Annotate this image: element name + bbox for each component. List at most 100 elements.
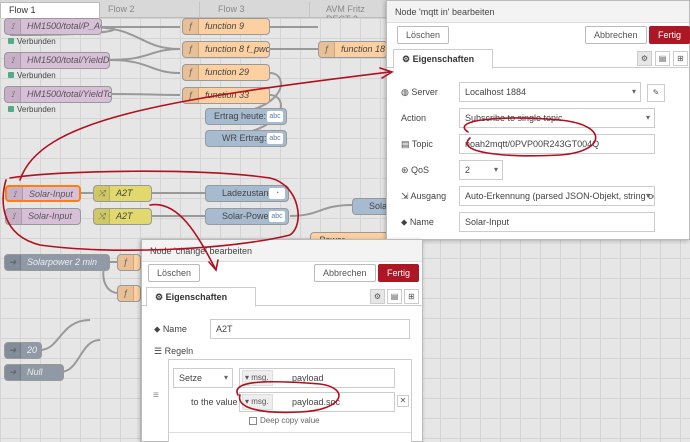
panel-title: Node 'change' bearbeiten [142,240,422,262]
mqtt-node-solar-input-1[interactable]: ⟟ Solar-Input [5,185,81,202]
node-label: A2T [116,188,133,198]
mqtt-node-solar-input-2[interactable]: ⟟ Solar-Input [5,208,81,225]
appearance-icon[interactable]: ⊞ [673,51,688,66]
rules-label: ☰ Regeln [154,346,194,356]
inject-node-20[interactable]: ➜ 20 [4,342,42,359]
change-node-a2t-1[interactable]: ⤨ A2T [93,185,152,202]
appearance-icon[interactable]: ⊞ [404,289,419,304]
name-input[interactable]: Solar-Input [459,212,655,232]
shuffle-icon: ⤨ [94,186,110,201]
rule-action-select[interactable]: Setze [173,368,233,388]
cancel-button[interactable]: Abbrechen [314,264,376,282]
typed-input-type[interactable]: ▾ msg. [242,370,273,386]
function-node-29[interactable]: ƒ function 29 [182,64,270,81]
node-label: 20 [27,345,38,355]
mqtt-icon: ⟟ [5,19,21,34]
tab-properties[interactable]: ⚙ Eigenschaften [146,287,256,307]
node-label: WR Ertrag: [222,133,267,143]
status-connected: Verbunden [8,71,56,80]
delete-button[interactable]: Löschen [397,26,450,44]
rule-value-text: payload.soc [292,397,341,407]
mqtt-icon: ⟟ [6,209,22,224]
output-label: ⇲ Ausgang [401,191,447,201]
node-label: function 33 [205,90,250,100]
ui-text-wr-ertrag[interactable]: WR Ertrag: abc [205,130,287,147]
function-icon: ƒ [118,286,134,301]
function-icon: ƒ [118,255,134,270]
rule-target-input[interactable]: ▾ msg. payload [239,368,395,388]
mqtt-node-p-ac[interactable]: ⟟ HM1500/total/P_AC [4,18,102,35]
node-label: A2T [116,211,133,221]
node-label: Ertrag heute: [214,111,267,121]
node-label: Null [27,367,43,377]
text-widget-icon: abc [269,211,285,222]
status-dot-icon [8,38,14,44]
action-select[interactable]: Subscribe to single topic [459,108,655,128]
remove-rule-icon[interactable]: ✕ [397,395,409,407]
topic-input[interactable]: noah2mqtt/0PVP00R243GT004Q [459,134,655,154]
rule-value-input[interactable]: ▾ msg. payload.soc [239,392,395,412]
function-node-9[interactable]: ƒ function 9 [182,18,270,35]
status-dot-icon [8,106,14,112]
done-button[interactable]: Fertig [649,26,690,44]
node-label: function 29 [205,67,250,77]
node-label: Solar-Input [28,211,72,221]
sign-out-icon: ⇲ [401,191,411,201]
status-text: Verbunden [17,37,56,46]
description-icon[interactable]: ▤ [387,289,402,304]
deep-copy-label: Deep copy value [260,416,320,425]
globe-icon: ◍ [401,87,412,97]
mqtt-node-yieldtotal[interactable]: ⟟ HM1500/total/YieldTotal [4,86,112,103]
msg-prefix: msg. [251,397,269,406]
drag-handle-icon[interactable]: ≡ [153,390,159,401]
empire-icon: ⊛ [401,165,412,175]
deep-copy-checkbox[interactable] [249,416,257,425]
text-widget-icon: abc [267,133,283,144]
node-label: function 8 f_pwoW [205,44,269,54]
ui-gauge-ladezustand[interactable]: Ladezustand ◔ [205,185,289,202]
list-icon: ☰ [154,346,165,356]
function-node-lower-2[interactable]: ƒ [117,285,141,302]
action-label: Action [401,113,427,123]
function-node-lower-1[interactable]: ƒ [117,254,141,271]
inject-node-solarpower2[interactable]: ➜ Solarpower 2 min [4,254,110,271]
function-node-8[interactable]: ƒ function 8 f_pwoW [182,41,270,58]
inject-node-null[interactable]: ➜ Null [4,364,64,381]
name-input[interactable]: A2T [210,319,410,339]
node-label: function 18 [341,44,386,54]
function-icon: ƒ [319,42,335,57]
topic-label: ▤ Topic [401,139,433,149]
node-label: Solarpower 2 min [27,257,98,267]
description-icon[interactable]: ▤ [655,51,670,66]
done-button[interactable]: Fertig [378,264,420,282]
function-node-18[interactable]: ƒ function 18 [318,41,388,58]
tab-label: Eigenschaften [165,292,228,302]
status-connected: Verbunden [8,37,56,46]
ui-text-ertrag[interactable]: Ertrag heute: abc [205,108,287,125]
node-label: function 9 [205,21,245,31]
deep-copy-option[interactable]: Deep copy value [249,416,320,425]
edit-pencil-icon[interactable]: ✎ [647,84,665,102]
function-icon: ƒ [183,88,199,103]
qos-select[interactable]: 2 [459,160,503,180]
tab-label: Eigenschaften [412,54,475,64]
msg-prefix: msg. [251,373,269,382]
cancel-button[interactable]: Abbrechen [585,26,647,44]
node-label: HM1500/total/P_AC [27,21,102,31]
settings-gear-icon[interactable]: ⚙ [370,289,385,304]
status-connected: Verbunden [8,105,56,114]
name-label: ⬥ Name [154,324,187,334]
change-edit-panel: Node 'change' bearbeiten Löschen Abbrech… [141,239,424,442]
function-node-33[interactable]: ƒ function 33 [182,87,270,104]
server-select[interactable]: Localhost 1884 [459,82,641,102]
ui-text-solar-power[interactable]: Solar-Power abc [205,208,289,225]
typed-input-type[interactable]: ▾ msg. [242,394,273,410]
output-select[interactable]: Auto-Erkennung (parsed JSON-Objekt, stri… [459,186,655,206]
mqtt-node-yieldday[interactable]: ⟟ HM1500/total/YieldDay [4,52,110,69]
change-node-a2t-2[interactable]: ⤨ A2T [93,208,152,225]
settings-gear-icon[interactable]: ⚙ [637,51,652,66]
tab-properties[interactable]: ⚙ Eigenschaften [393,49,493,69]
node-label: HM1500/total/YieldTotal [27,89,112,99]
delete-button[interactable]: Löschen [148,264,201,282]
gauge-icon: ◔ [269,188,285,199]
